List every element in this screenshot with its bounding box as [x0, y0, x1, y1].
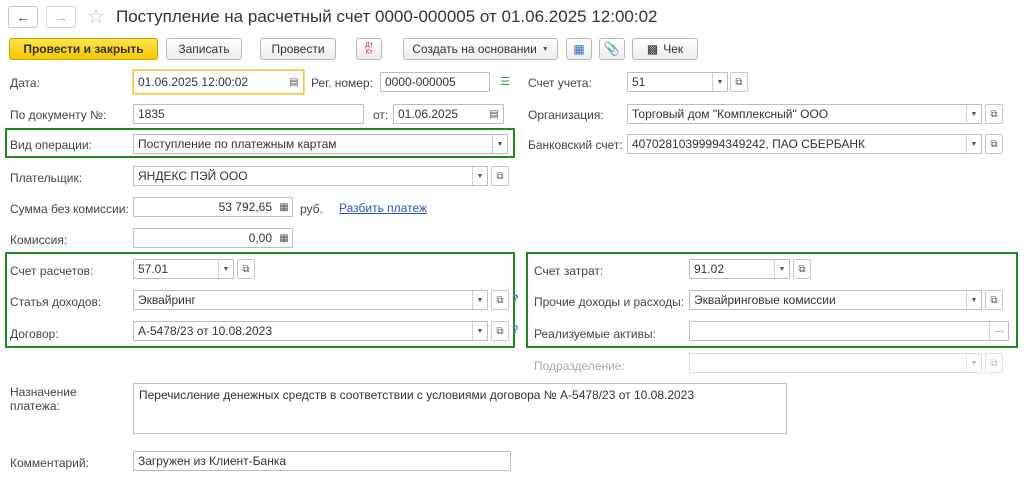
dropdown-icon[interactable]: ▼	[966, 291, 981, 309]
structure-button[interactable]: ▦	[566, 38, 592, 60]
amount-field[interactable]: 53 792,65 ▦	[133, 197, 293, 217]
calculator-icon[interactable]: ▦	[276, 202, 292, 213]
dropdown-icon[interactable]: ▼	[218, 260, 233, 278]
doc-number-field[interactable]: 1835	[133, 104, 364, 124]
doc-number-label: По документу №:	[10, 108, 107, 122]
dropdown-icon: ▼	[966, 354, 981, 372]
organization-label: Организация:	[528, 108, 604, 122]
arrow-right-icon: →	[54, 9, 68, 25]
reg-number-label: Рег. номер:	[311, 76, 373, 90]
calendar-icon[interactable]: ▤	[485, 109, 503, 120]
date-field[interactable]: 01.06.2025 12:00:02 ▤	[133, 70, 304, 94]
open-icon: ⧉	[985, 353, 1003, 373]
dropdown-icon[interactable]: ▼	[712, 73, 727, 91]
open-icon[interactable]: ⧉	[491, 290, 509, 310]
post-button[interactable]: Провести	[260, 38, 336, 60]
dropdown-icon[interactable]: ▼	[472, 322, 487, 340]
cash-register-icon: ▩	[646, 42, 659, 56]
post-and-close-button[interactable]: Провести и закрыть	[9, 38, 158, 60]
organization-field[interactable]: Торговый дом "Комплексный" ООО ▼	[627, 104, 982, 124]
dropdown-icon[interactable]: ▼	[472, 167, 487, 185]
date-label: Дата:	[10, 76, 40, 90]
arrow-left-icon: ←	[16, 9, 30, 25]
attach-button[interactable]: 📎	[599, 38, 625, 60]
calendar-icon[interactable]: ▤	[285, 77, 303, 88]
dropdown-icon[interactable]: ▼	[492, 135, 507, 153]
from-date-label: от:	[373, 108, 389, 122]
income-item-field[interactable]: Эквайринг ▼	[133, 290, 488, 310]
save-button[interactable]: Записать	[166, 38, 242, 60]
dropdown-icon[interactable]: ▼	[472, 291, 487, 309]
cost-account-field[interactable]: 91.02 ▼	[689, 259, 790, 279]
back-button[interactable]: ←	[8, 6, 38, 28]
history-icon[interactable]: ☰	[500, 75, 510, 88]
favorite-star-icon[interactable]: ☆	[87, 4, 105, 29]
open-icon[interactable]: ⧉	[793, 259, 811, 279]
payment-purpose-field[interactable]: Перечисление денежных средств в соответс…	[133, 383, 787, 434]
settlement-account-label: Счет расчетов:	[10, 264, 94, 278]
payer-label: Плательщик:	[10, 171, 83, 185]
dropdown-icon[interactable]: ▼	[966, 105, 981, 123]
currency-label: руб.	[300, 202, 323, 216]
open-icon[interactable]: ⧉	[985, 104, 1003, 124]
open-icon[interactable]: ⧉	[985, 290, 1003, 310]
comment-field[interactable]: Загружен из Клиент-Банка	[133, 451, 511, 471]
payer-field[interactable]: ЯНДЕКС ПЭЙ ООО ▼	[133, 166, 488, 186]
reg-number-field[interactable]: 0000-000005	[380, 72, 490, 92]
bank-account-field[interactable]: 40702810399994349242, ПАО СБЕРБАНК ▼	[627, 134, 982, 154]
sold-assets-label: Реализуемые активы:	[534, 327, 656, 341]
receipt-button[interactable]: ▩ Чек	[632, 38, 698, 60]
split-payment-link[interactable]: Разбить платеж	[339, 201, 427, 215]
help-icon[interactable]: ?	[512, 324, 519, 336]
select-button[interactable]: ...	[989, 322, 1008, 340]
from-date-field[interactable]: 01.06.2025 ▤	[393, 104, 504, 124]
window-title: Поступление на расчетный счет 0000-00000…	[116, 7, 658, 26]
commission-label: Комиссия:	[10, 233, 68, 247]
other-income-expense-field[interactable]: Эквайринговые комиссии ▼	[689, 290, 982, 310]
commission-field[interactable]: 0,00 ▦	[133, 228, 293, 248]
account-label: Счет учета:	[528, 76, 592, 90]
contract-label: Договор:	[10, 327, 59, 341]
operation-type-label: Вид операции:	[10, 138, 92, 152]
open-icon[interactable]: ⧉	[491, 166, 509, 186]
other-income-expense-label: Прочие доходы и расходы:	[534, 295, 685, 309]
calculator-icon[interactable]: ▦	[276, 233, 292, 244]
open-icon[interactable]: ⧉	[491, 321, 509, 341]
contract-field[interactable]: А-5478/23 от 10.08.2023 ▼	[133, 321, 488, 341]
cost-account-label: Счет затрат:	[534, 264, 604, 278]
dropdown-icon[interactable]: ▼	[966, 135, 981, 153]
structure-icon: ▦	[573, 42, 585, 56]
settlement-account-field[interactable]: 57.01 ▼	[133, 259, 234, 279]
help-icon[interactable]: ?	[512, 293, 519, 305]
open-icon[interactable]: ⧉	[237, 259, 255, 279]
dt-kt-button[interactable]: Дт Кт	[356, 38, 382, 60]
dt-kt-icon: Дт Кт	[365, 42, 373, 56]
paperclip-icon: 📎	[603, 41, 621, 56]
chevron-down-icon: ▼	[541, 45, 549, 53]
amount-label: Сумма без комиссии:	[10, 202, 129, 216]
create-based-on-button[interactable]: Создать на основании ▼	[403, 38, 558, 60]
operation-type-field[interactable]: Поступление по платежным картам ▼	[133, 134, 508, 154]
department-field: ▼	[689, 353, 982, 373]
open-icon[interactable]: ⧉	[730, 72, 748, 92]
forward-button[interactable]: →	[46, 6, 76, 28]
open-icon[interactable]: ⧉	[985, 134, 1003, 154]
income-item-label: Статья доходов:	[10, 295, 102, 309]
bank-account-label: Банковский счет:	[528, 138, 623, 152]
department-label: Подразделение:	[534, 359, 625, 373]
account-field[interactable]: 51 ▼	[627, 72, 728, 92]
sold-assets-field[interactable]: ...	[689, 321, 1009, 341]
comment-label: Комментарий:	[10, 456, 89, 470]
payment-purpose-label: Назначение платежа:	[10, 385, 77, 413]
dropdown-icon[interactable]: ▼	[774, 260, 789, 278]
